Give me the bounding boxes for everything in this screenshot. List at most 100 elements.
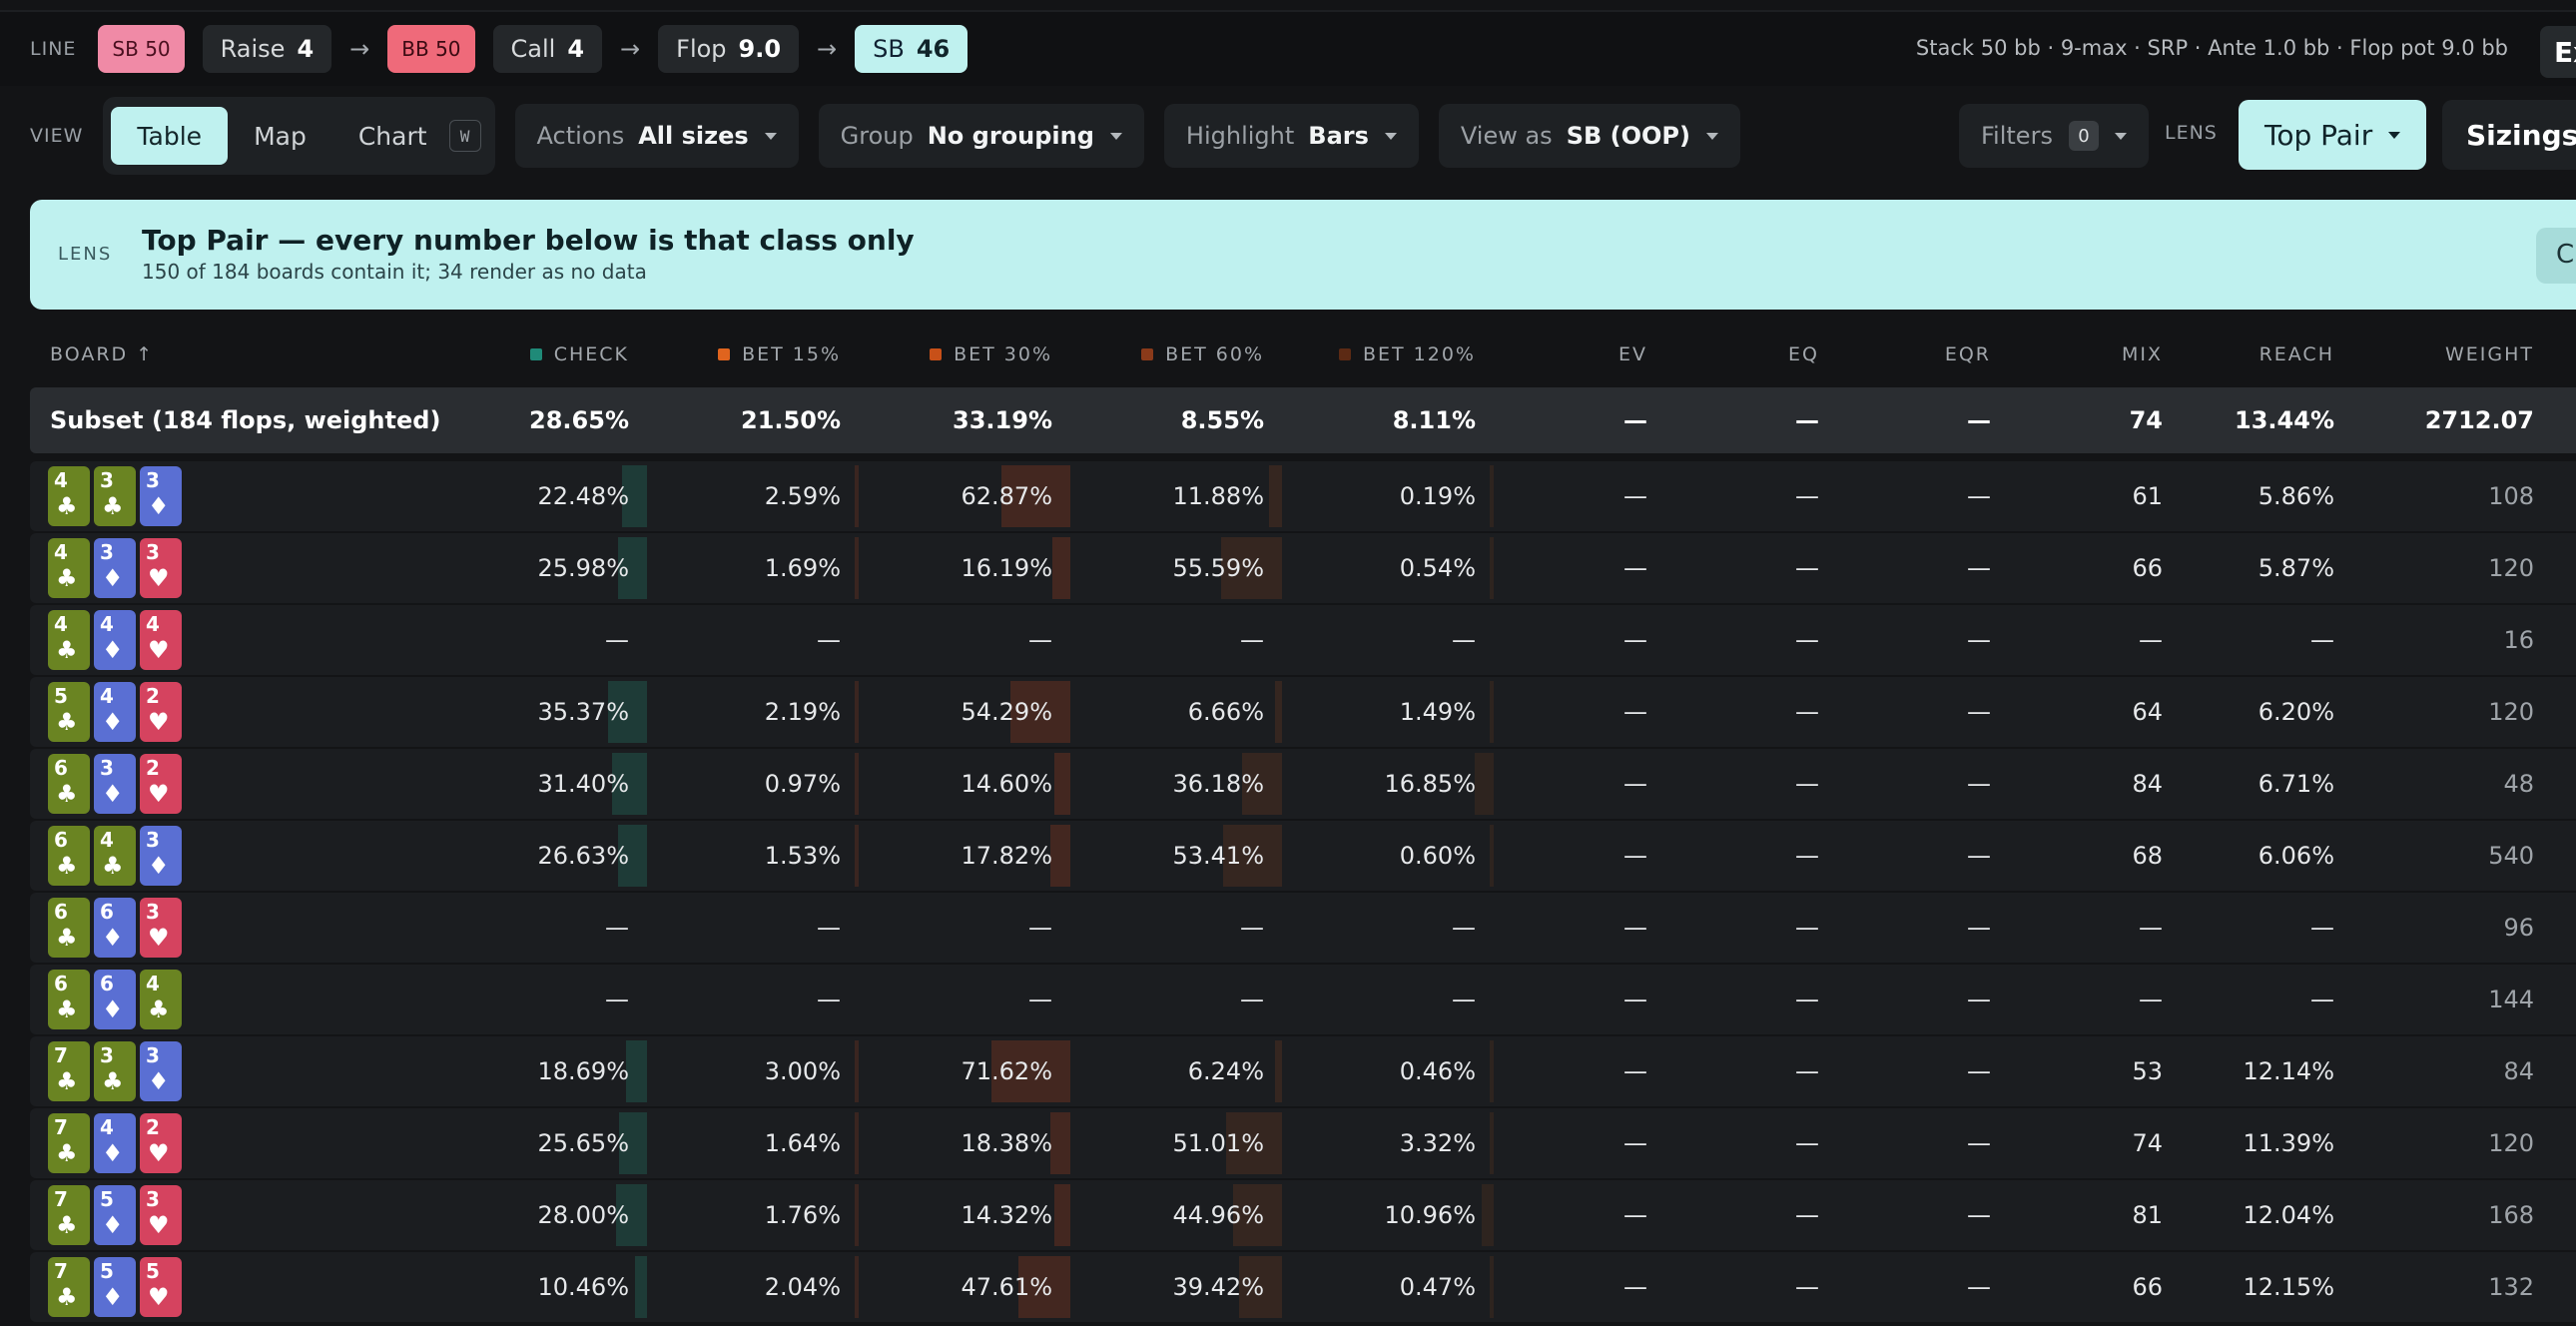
weight-value: 132 (2488, 1273, 2534, 1301)
suit-icon: ♣ (56, 564, 78, 592)
eqr-value: — (1967, 1129, 1991, 1157)
lens-label: LENS (2165, 122, 2218, 144)
banner-clear-button[interactable]: C (2536, 228, 2576, 284)
bet15-bar (855, 1184, 859, 1246)
board-cards: 7 ♣ 5 ♦ 5 ♥ (48, 1257, 186, 1317)
card-rank: 4 (54, 540, 68, 564)
arrow-icon: → (349, 35, 370, 63)
table-row[interactable]: 4 ♣ 4 ♦ 4 ♥ — — — — — — — — — —16 (30, 605, 2576, 675)
sizings-button[interactable]: Sizings (2442, 100, 2576, 170)
table-row[interactable]: 6 ♣ 4 ♣ 3 ♦ 26.63% 1.53% 17.82% 53.41% 0.60% — — —68 6… (30, 821, 2576, 891)
table-row[interactable]: 6 ♣ 3 ♦ 2 ♥ 31.40% 0.97% 14.60% 36.18% 16.85% — — —84… (30, 749, 2576, 819)
playing-card: 7 ♣ (48, 1257, 90, 1317)
line-chip-sb-active[interactable]: SB 46 (855, 25, 968, 73)
eq-value: — (1795, 1273, 1819, 1301)
bet15-bar (855, 465, 859, 527)
bet120-bar (1490, 465, 1494, 527)
col-bet15[interactable]: BET 15% (718, 343, 841, 365)
card-rank: 2 (146, 756, 160, 780)
table-row[interactable]: 5 ♣ 4 ♦ 2 ♥ 35.37% 2.19% 54.29% 6.66% 1.49% — — —64 6.… (30, 677, 2576, 747)
table-row[interactable]: 6 ♣ 6 ♦ 4 ♣ — — — — — — — — — —144 (30, 965, 2576, 1034)
col-bet120[interactable]: BET 120% (1338, 343, 1476, 365)
weight-value: 540 (2488, 842, 2534, 870)
ev-value: — (1623, 914, 1647, 942)
view-option-map[interactable]: Map (228, 107, 332, 165)
table-row[interactable]: 7 ♣ 3 ♣ 3 ♦ 18.69% 3.00% 71.62% 6.24% 0.46% — — —53 12… (30, 1036, 2576, 1106)
suit-icon: ♥ (148, 780, 170, 808)
view-as-dropdown[interactable]: View as SB (OOP) (1438, 104, 1740, 168)
card-rank: 4 (100, 684, 114, 708)
bet30-value: 14.60% (961, 770, 1052, 798)
bet60-value: 6.66% (1187, 698, 1264, 726)
table-row[interactable]: 7 ♣ 4 ♦ 2 ♥ 25.65% 1.64% 18.38% 51.01% 3.32% — — —74 1… (30, 1108, 2576, 1178)
col-eqr[interactable]: EQR (1945, 343, 1991, 365)
board-cards: 7 ♣ 4 ♦ 2 ♥ (48, 1113, 186, 1173)
playing-card: 3 ♥ (140, 1185, 182, 1245)
line-chip-call[interactable]: Call 4 (492, 25, 603, 73)
reach-value: 12.04% (2243, 1201, 2334, 1229)
card-rank: 4 (100, 612, 114, 636)
bet15-value: 2.04% (764, 1273, 841, 1301)
chevron-down-icon (1705, 132, 1718, 140)
suit-icon: ♦ (102, 708, 124, 736)
playing-card: 4 ♣ (48, 466, 90, 526)
table-row[interactable]: 7 ♣ 5 ♦ 5 ♥ 10.46% 2.04% 47.61% 39.42% 0.47% — — —66 1… (30, 1252, 2576, 1322)
subset-bet120: 8.11% (1392, 406, 1476, 434)
filters-dropdown[interactable]: Filters 0 (1959, 104, 2149, 168)
export-button[interactable]: Ex (2540, 26, 2576, 78)
suit-icon: ♣ (148, 995, 170, 1023)
col-check[interactable]: CHECK (529, 343, 629, 365)
ev-value: — (1623, 770, 1647, 798)
table-row[interactable]: 7 ♣ 5 ♦ 3 ♥ 28.00% 1.76% 14.32% 44.96% 10.96% — — —81… (30, 1180, 2576, 1250)
col-board[interactable]: BOARD ↑ (50, 343, 154, 365)
weight-value: 168 (2488, 1201, 2534, 1229)
bet15-bar (855, 825, 859, 887)
bet30-value: 17.82% (961, 842, 1052, 870)
bet15-value: 1.64% (764, 1129, 841, 1157)
bet120-bar (1490, 825, 1494, 887)
suit-icon: ♣ (102, 852, 124, 880)
col-bet30[interactable]: BET 30% (930, 343, 1052, 365)
col-ev[interactable]: EV (1618, 343, 1647, 365)
line-chip-raise[interactable]: Raise 4 (202, 25, 332, 73)
ev-value: — (1623, 842, 1647, 870)
bet15-value: 1.69% (764, 554, 841, 582)
subset-eq: — (1795, 406, 1819, 434)
col-eq[interactable]: EQ (1788, 343, 1819, 365)
view-option-table[interactable]: Table (111, 107, 229, 165)
check-value: 25.98% (537, 554, 629, 582)
playing-card: 4 ♦ (94, 682, 136, 742)
col-reach[interactable]: REACH (2259, 343, 2334, 365)
bet15-value: 0.97% (764, 770, 841, 798)
table-row[interactable]: 4 ♣ 3 ♣ 3 ♦ 22.48% 2.59% 62.87% 11.88% 0.19% — — —61 5… (30, 461, 2576, 531)
line-chip-bb-post[interactable]: BB 50 (387, 25, 475, 73)
col-bet60[interactable]: BET 60% (1141, 343, 1264, 365)
table-row[interactable]: 4 ♣ 3 ♦ 3 ♥ 25.98% 1.69% 16.19% 55.59% 0.54% — — —66 5… (30, 533, 2576, 603)
bet120-value: 10.96% (1384, 1201, 1476, 1229)
bet15-value: 3.00% (764, 1057, 841, 1085)
playing-card: 3 ♦ (140, 826, 182, 886)
check-value: 18.69% (537, 1057, 629, 1085)
bet120-value: 0.47% (1399, 1273, 1476, 1301)
line-chip-sb-post[interactable]: SB 50 (98, 25, 185, 73)
actions-dropdown[interactable]: Actions All sizes (514, 104, 799, 168)
lens-banner: LENS Top Pair — every number below is th… (30, 200, 2576, 310)
bet60-value: 44.96% (1172, 1201, 1264, 1229)
playing-card: 3 ♥ (140, 538, 182, 598)
table-row[interactable]: 6 ♣ 6 ♦ 3 ♥ — — — — — — — — — —96 (30, 893, 2576, 963)
subset-bet30: 33.19% (953, 406, 1052, 434)
suit-icon: ♥ (148, 636, 170, 664)
col-weight[interactable]: WEIGHT (2445, 343, 2534, 365)
group-dropdown[interactable]: Group No grouping (818, 104, 1144, 168)
bet30-value: 54.29% (961, 698, 1052, 726)
subset-row[interactable]: Subset (184 flops, weighted) 28.65% 21.5… (30, 387, 2576, 453)
lens-dropdown[interactable]: Top Pair (2239, 100, 2427, 170)
highlight-dropdown[interactable]: Highlight Bars (1163, 104, 1419, 168)
weight-value: 120 (2488, 554, 2534, 582)
mix-value: 66 (2132, 1273, 2163, 1301)
line-chip-flop[interactable]: Flop 9.0 (658, 25, 800, 73)
view-option-chart[interactable]: Chart (332, 107, 453, 165)
eqr-value: — (1967, 1273, 1991, 1301)
card-rank: 3 (146, 828, 160, 852)
col-mix[interactable]: MIX (2122, 343, 2163, 365)
